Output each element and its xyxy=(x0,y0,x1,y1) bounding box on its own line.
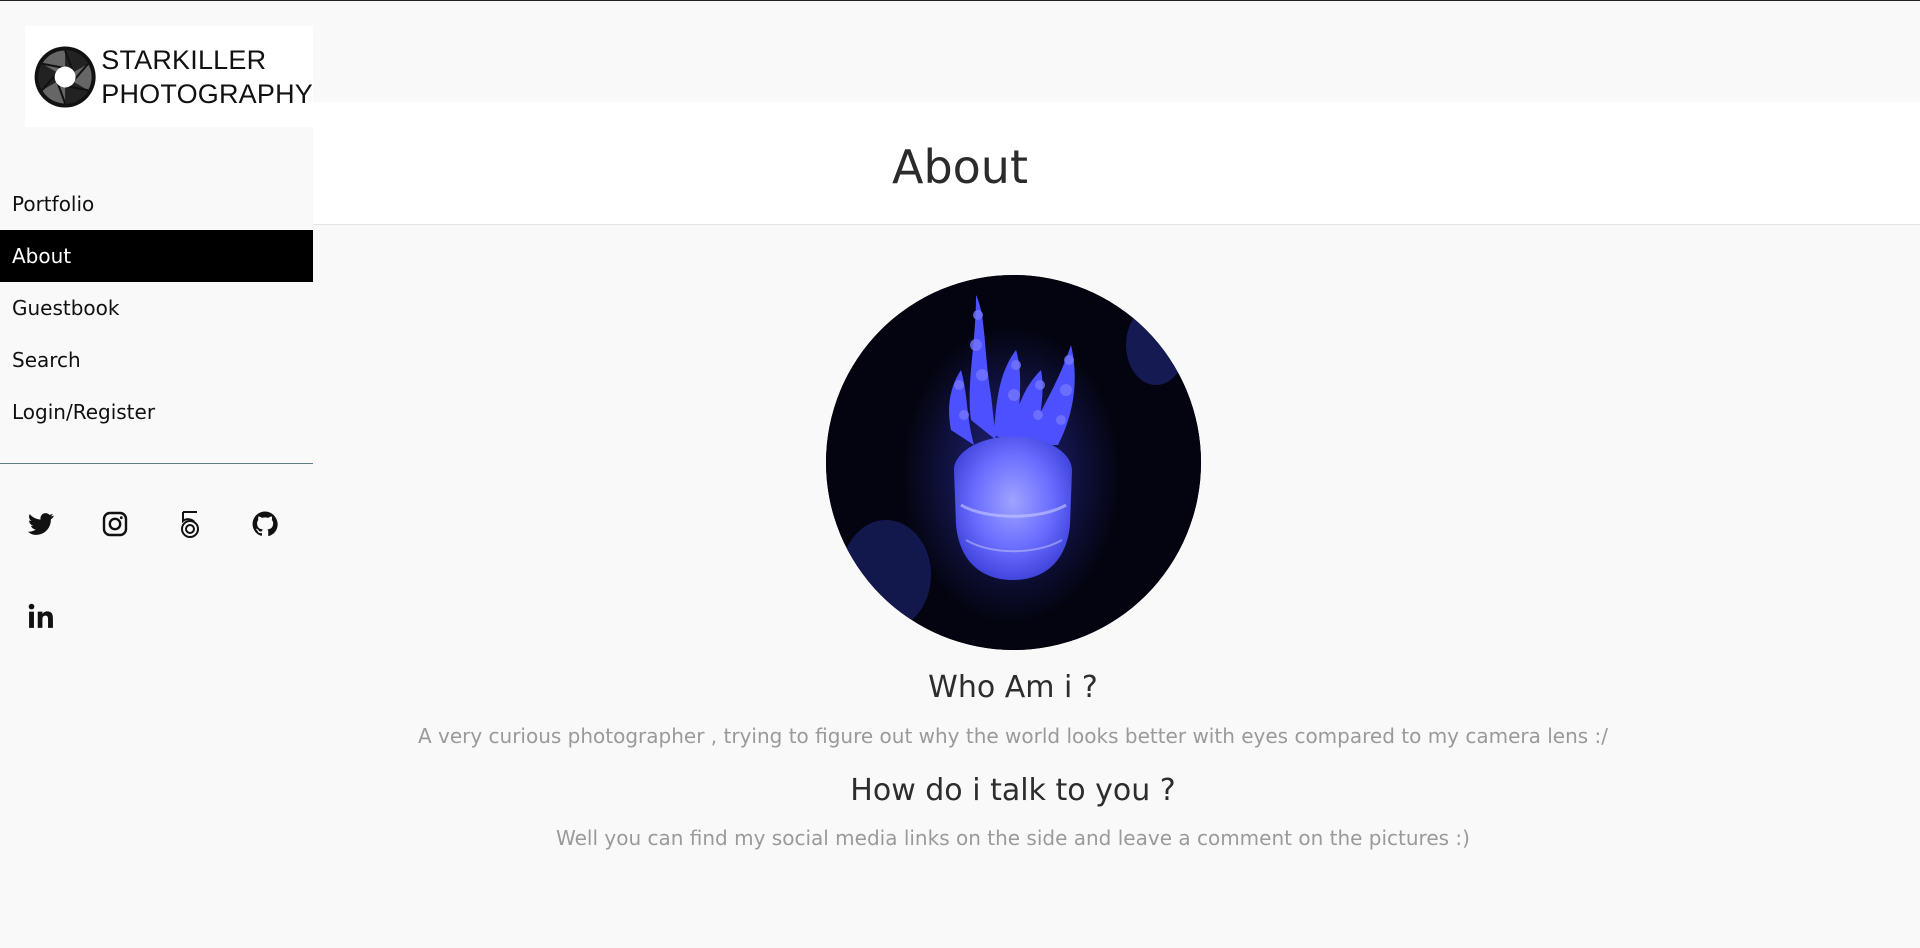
sidebar: STARKILLER PHOTOGRAPHY Portfolio About G… xyxy=(0,0,313,948)
nav-item-about[interactable]: About xyxy=(0,230,313,282)
500px-link[interactable] xyxy=(175,509,205,539)
site-logo[interactable]: STARKILLER PHOTOGRAPHY xyxy=(25,26,313,127)
github-icon xyxy=(252,511,278,537)
nav-item-guestbook[interactable]: Guestbook xyxy=(0,282,313,334)
who-am-i-text-wrap: A very curious photographer , trying to … xyxy=(313,724,1713,748)
profile-avatar xyxy=(826,275,1201,650)
nav-item-search[interactable]: Search xyxy=(0,334,313,386)
jellyfish-avatar-image xyxy=(826,275,1201,650)
contact-text-wrap: Well you can find my social media links … xyxy=(313,826,1713,850)
sidebar-divider xyxy=(0,463,313,464)
page-header: About xyxy=(313,102,1920,225)
contact-text: Well you can find my social media links … xyxy=(556,826,1470,850)
linkedin-link[interactable] xyxy=(26,601,56,631)
who-am-i-section: Who Am i ? xyxy=(313,670,1713,705)
instagram-link[interactable] xyxy=(100,509,130,539)
main-navigation: Portfolio About Guestbook Search Login/R… xyxy=(0,178,313,438)
logo-text: STARKILLER PHOTOGRAPHY xyxy=(101,43,313,111)
nav-item-portfolio[interactable]: Portfolio xyxy=(0,178,313,230)
github-link[interactable] xyxy=(250,509,280,539)
twitter-icon xyxy=(28,513,54,535)
logo-line-1: STARKILLER xyxy=(101,44,267,75)
twitter-link[interactable] xyxy=(26,509,56,539)
500px-icon xyxy=(181,511,199,538)
contact-section: How do i talk to you ? xyxy=(313,773,1713,808)
who-am-i-text: A very curious photographer , trying to … xyxy=(417,724,1609,748)
contact-heading: How do i talk to you ? xyxy=(850,773,1176,808)
who-am-i-heading: Who Am i ? xyxy=(928,670,1098,705)
page-title: About xyxy=(891,140,1028,194)
nav-item-login-register[interactable]: Login/Register xyxy=(0,386,313,438)
linkedin-icon xyxy=(28,603,53,628)
instagram-icon xyxy=(102,511,128,537)
logo-line-2: PHOTOGRAPHY xyxy=(101,78,313,109)
camera-aperture-icon xyxy=(34,45,96,108)
